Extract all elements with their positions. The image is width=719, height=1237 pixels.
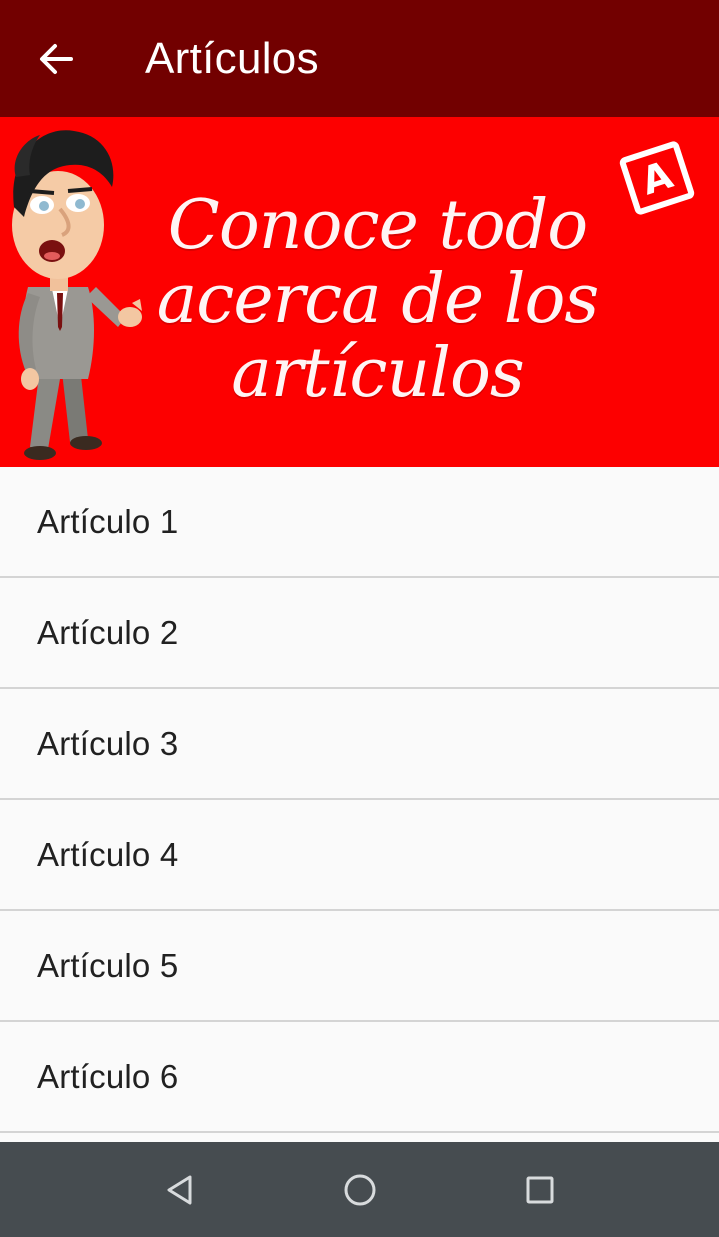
system-navigation-bar (0, 1142, 719, 1237)
arrow-left-icon (40, 43, 73, 74)
nav-home-button[interactable] (320, 1150, 400, 1230)
list-item-articulo-6[interactable]: Artículo 6 (0, 1022, 719, 1133)
list-item-label: Artículo 1 (37, 502, 179, 540)
back-button[interactable] (28, 31, 84, 87)
cartoon-man-illustration (12, 130, 142, 460)
list-item-articulo-5[interactable]: Artículo 5 (0, 911, 719, 1022)
page-title: Artículos (145, 33, 319, 83)
app-bar: Artículos (0, 0, 719, 117)
list-item-articulo-3[interactable]: Artículo 3 (0, 689, 719, 800)
nav-back-button[interactable] (140, 1150, 220, 1230)
articles-list: Artículo 1 Artículo 2 Artículo 3 Artícul… (0, 467, 719, 1133)
recents-square-icon (526, 1176, 553, 1203)
banner-headline: Conoce todo acerca de los artículos (156, 186, 600, 413)
list-item-label: Artículo 6 (37, 1057, 179, 1095)
list-item-articulo-4[interactable]: Artículo 4 (0, 800, 719, 911)
back-triangle-icon (167, 1175, 191, 1204)
nav-recents-button[interactable] (500, 1150, 580, 1230)
list-item-label: Artículo 4 (37, 835, 179, 873)
list-item-label: Artículo 2 (37, 613, 179, 651)
list-item-label: Artículo 5 (37, 946, 179, 984)
app-logo-badge: A (618, 139, 696, 217)
list-item-label: Artículo 3 (37, 724, 179, 762)
list-item-articulo-1[interactable]: Artículo 1 (0, 467, 719, 578)
list-item-articulo-2[interactable]: Artículo 2 (0, 578, 719, 689)
home-circle-icon (344, 1174, 375, 1205)
header-banner: Conoce todo acerca de los artículos A (0, 117, 719, 467)
